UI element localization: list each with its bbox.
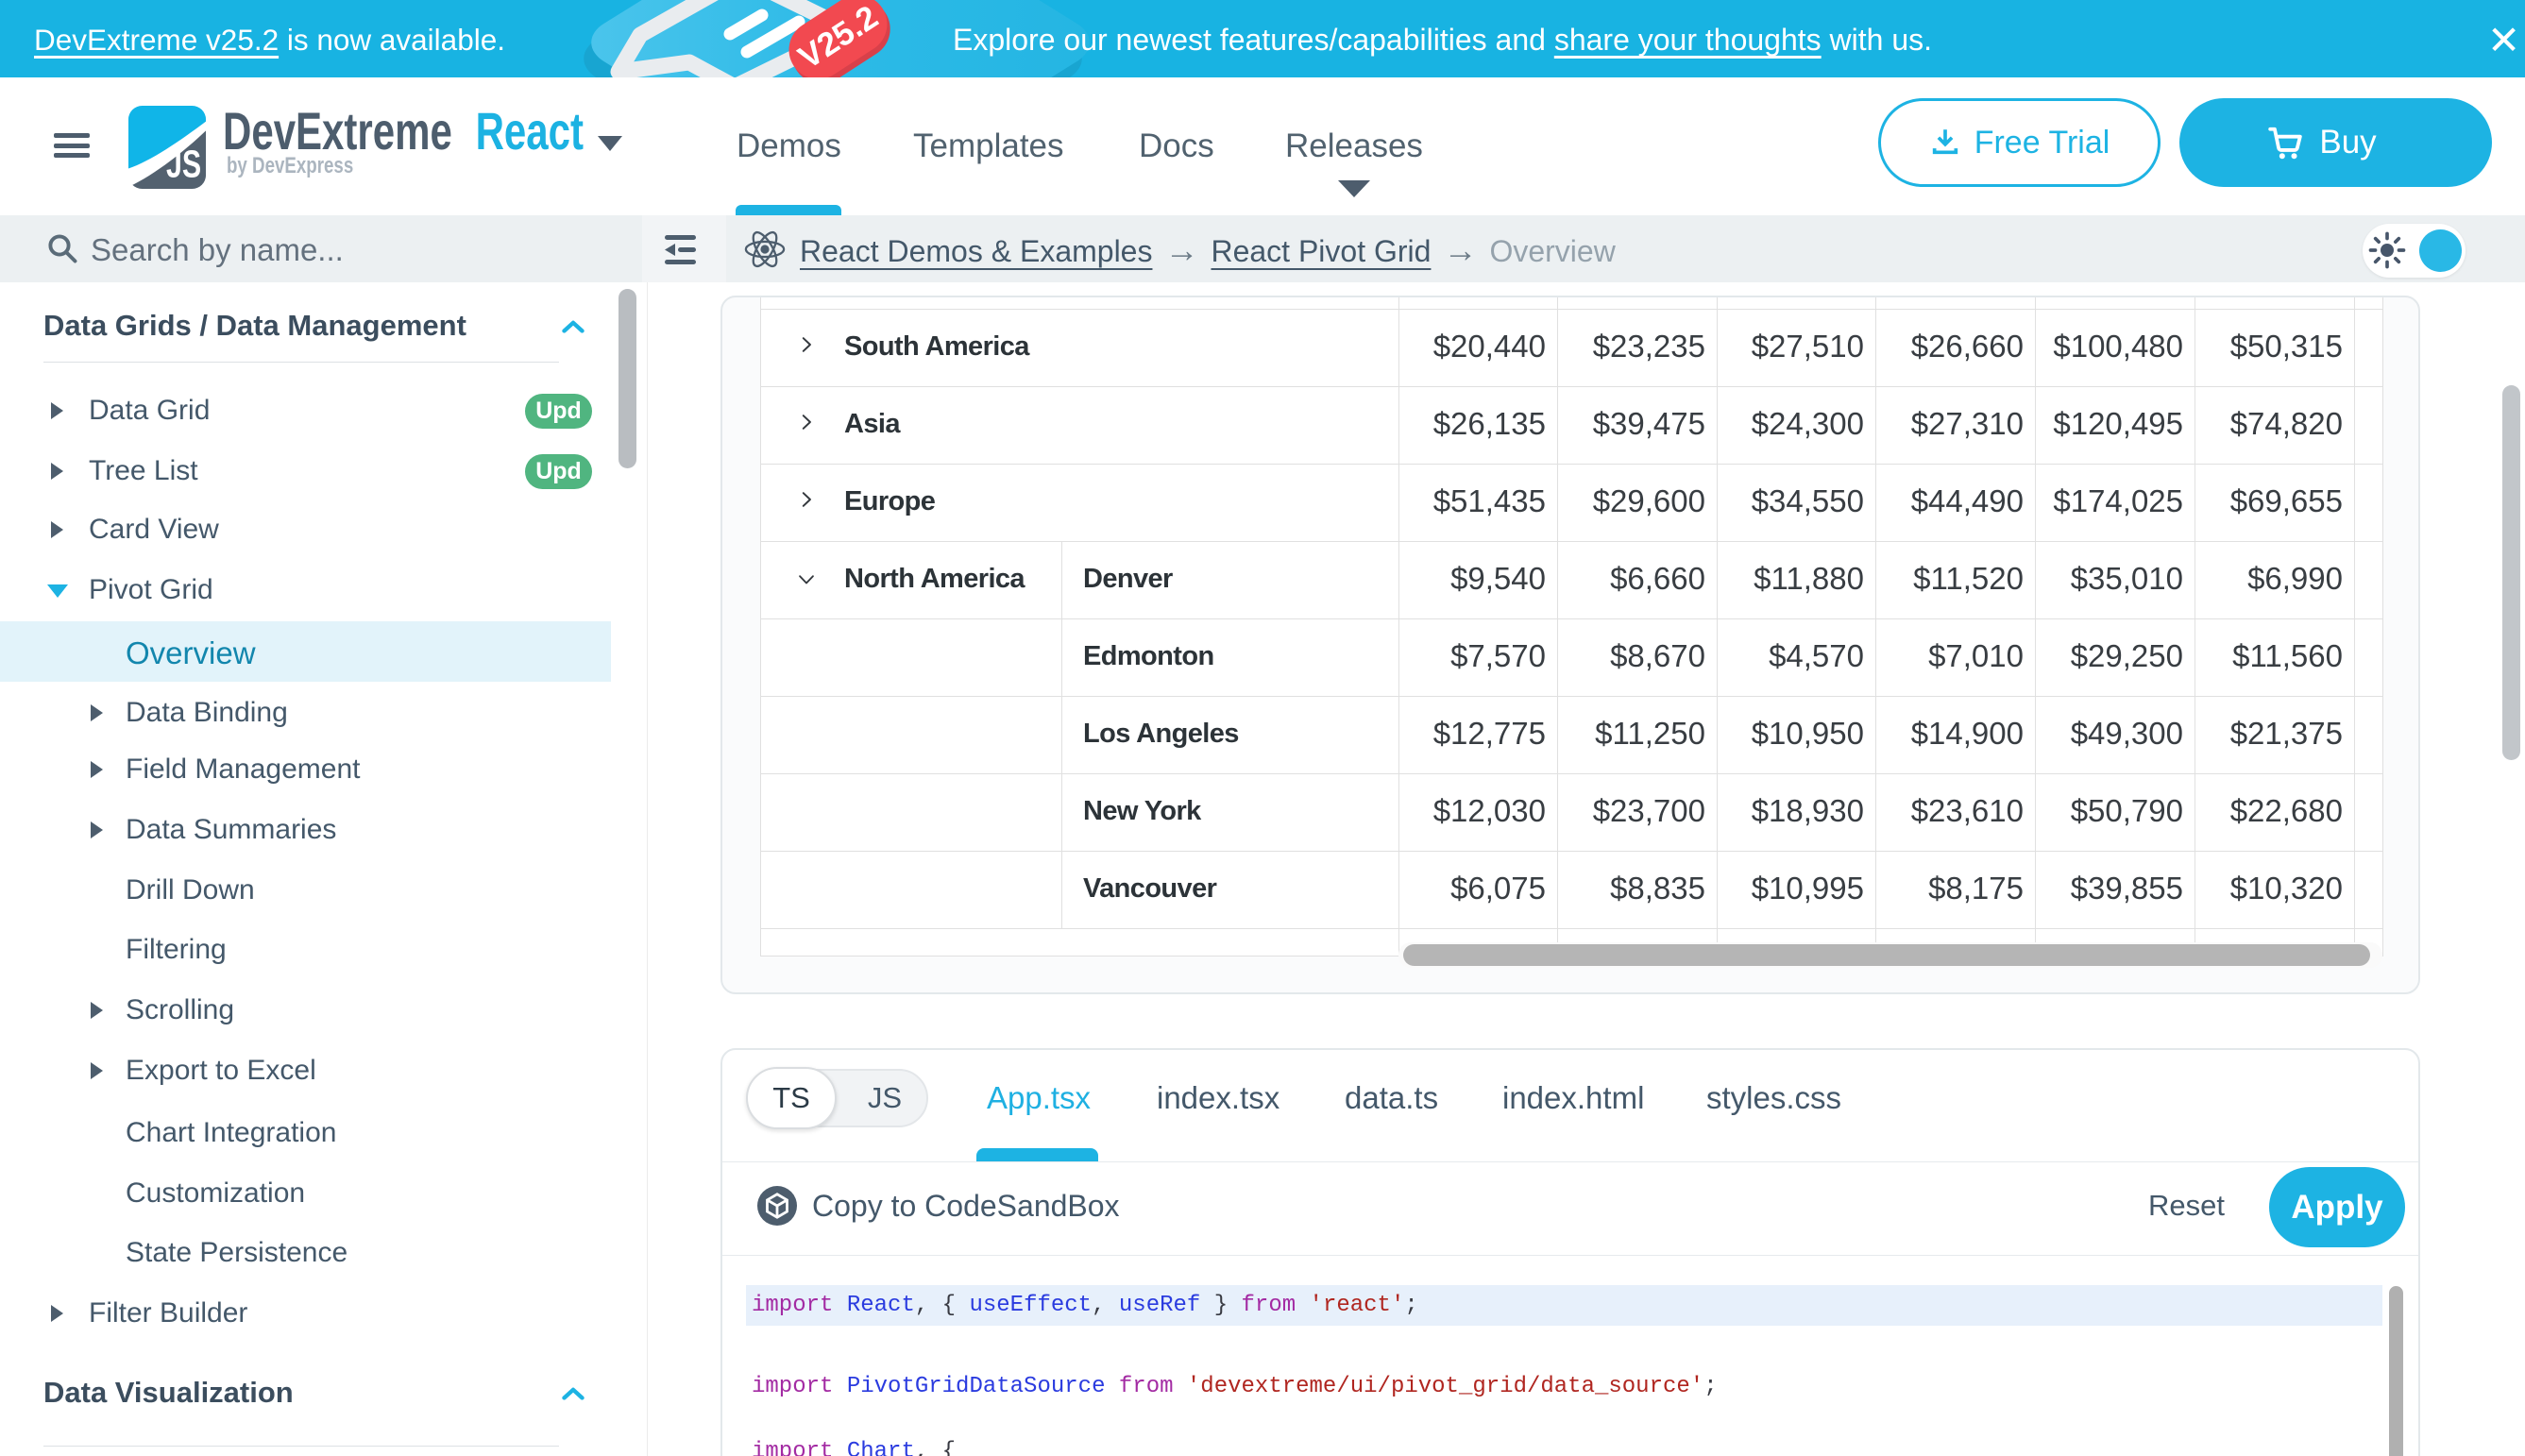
svg-text:JS: JS — [166, 142, 201, 185]
